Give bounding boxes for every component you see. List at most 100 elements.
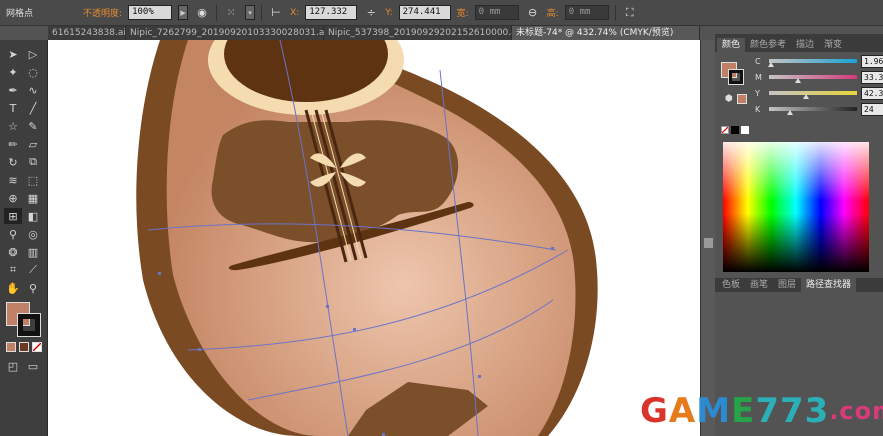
stepper-x-icon[interactable]: ÷ xyxy=(363,5,379,21)
control-bar: 网格点 不透明度: 100% ▶ ◉ ⁙ ▾ ⊢ X: 127.332 ÷ Y:… xyxy=(0,0,883,26)
m-slider-knob[interactable] xyxy=(795,78,802,83)
opacity-label[interactable]: 不透明度: xyxy=(83,6,122,19)
y-value-input[interactable]: 42.35 xyxy=(861,86,883,100)
black-swatch[interactable] xyxy=(731,126,739,134)
c-value-input[interactable]: 1.96 xyxy=(861,54,883,68)
type-tool-icon[interactable]: T xyxy=(4,100,22,116)
document-tabs: 61615243838.ai* Nipic_7262799_2019092010… xyxy=(48,26,700,40)
stroke-color-swatch[interactable] xyxy=(17,313,41,337)
y-input[interactable]: 274.441 xyxy=(398,5,451,20)
k-slider-knob[interactable] xyxy=(787,110,794,115)
gradient-mode-button[interactable] xyxy=(19,342,29,352)
recolor-icon[interactable]: ◉ xyxy=(194,5,210,21)
tool-name-label: 网格点 xyxy=(6,9,34,19)
width-tool-icon[interactable]: ≋ xyxy=(4,172,22,188)
column-graph-tool-icon[interactable]: ▥ xyxy=(24,244,42,260)
zoom-tool-icon[interactable]: ⚲ xyxy=(24,280,42,296)
watermark-part: E xyxy=(731,391,756,431)
magic-wand-tool-icon[interactable]: ✦ xyxy=(4,64,22,80)
none-mode-button[interactable] xyxy=(32,342,42,352)
align-icon[interactable]: ⊢ xyxy=(268,5,284,21)
watermark-part: A xyxy=(668,391,697,431)
out-of-gamut-icon[interactable]: ⬢ xyxy=(725,94,733,104)
k-value-input[interactable]: 24 xyxy=(861,102,883,116)
watermark-part: M xyxy=(696,391,732,431)
watermark-part: G xyxy=(640,391,669,431)
transform-icon[interactable]: ⛶ xyxy=(622,5,638,21)
symbol-sprayer-tool-icon[interactable]: ❂ xyxy=(4,244,22,260)
tab-stroke[interactable]: 描边 xyxy=(791,38,819,52)
tab-color[interactable]: 颜色 xyxy=(717,38,746,52)
illustrator-window: 网格点 不透明度: 100% ▶ ◉ ⁙ ▾ ⊢ X: 127.332 ÷ Y:… xyxy=(0,0,883,436)
opacity-input[interactable]: 100% xyxy=(128,5,173,20)
shape-builder-tool-icon[interactable]: ⊕ xyxy=(4,190,22,206)
artboard-canvas[interactable] xyxy=(48,40,700,436)
document-tab[interactable]: Nipic_7262799_20190920103330028031.ai* xyxy=(126,26,331,40)
panel-stroke-swatch[interactable] xyxy=(728,69,744,85)
width-input[interactable]: 0 mm xyxy=(474,5,519,20)
y-slider-track[interactable] xyxy=(769,91,857,99)
c-slider-track[interactable] xyxy=(767,59,857,67)
lasso-tool-icon[interactable]: ◌ xyxy=(24,64,42,80)
curvature-tool-icon[interactable]: ∿ xyxy=(24,82,42,98)
eraser-tool-icon[interactable]: ▱ xyxy=(24,136,42,152)
vertical-scrollbar[interactable] xyxy=(700,40,715,436)
brush-tool-icon[interactable]: ✎ xyxy=(24,118,42,134)
eyedropper-tool-icon[interactable]: ⚲ xyxy=(4,226,22,242)
line-tool-icon[interactable]: ╱ xyxy=(24,100,42,116)
tab-pathfinder[interactable]: 路径查找器 xyxy=(801,278,857,292)
tab-gradient[interactable]: 渐变 xyxy=(819,38,847,52)
reference-point-icon[interactable]: ⁙ xyxy=(223,5,239,21)
pencil-tool-icon[interactable]: ✏ xyxy=(4,136,22,152)
lower-panel-tabs: 色板 画笔 图层 路径查找器 xyxy=(715,278,883,292)
slice-tool-icon[interactable]: ⟋ xyxy=(24,262,42,278)
slider-row-y: Y 42.35 % xyxy=(755,86,883,100)
free-transform-tool-icon[interactable]: ⬚ xyxy=(24,172,42,188)
mesh-tool-icon[interactable]: ⊞ xyxy=(4,208,22,224)
color-mode-button[interactable] xyxy=(6,342,16,352)
m-value-input[interactable]: 33.33 xyxy=(861,70,883,84)
screen-mode-icon[interactable]: ▭ xyxy=(24,358,42,374)
perspective-grid-tool-icon[interactable]: ▦ xyxy=(24,190,42,206)
m-slider-track[interactable] xyxy=(769,75,857,83)
artboard-tool-icon[interactable]: ⌗ xyxy=(4,262,22,278)
opacity-dropdown-arrow[interactable]: ▶ xyxy=(178,5,189,20)
document-tab[interactable]: 61615243838.ai* xyxy=(48,26,130,40)
y-slider-knob[interactable] xyxy=(802,94,809,99)
y-label: Y: xyxy=(385,7,393,18)
color-spectrum[interactable] xyxy=(723,142,869,272)
c-slider-knob[interactable] xyxy=(767,62,774,67)
toolbox: ➤ ▷ ✦ ◌ ✒ ∿ T ╱ ☆ ✎ ✏ ▱ ↻ ⧉ ≋ ⬚ ⊕ ▦ ⊞ ◧ … xyxy=(0,40,48,436)
white-swatch[interactable] xyxy=(741,126,749,134)
x-label: X: xyxy=(290,7,300,18)
none-swatch[interactable] xyxy=(721,126,729,134)
pen-tool-icon[interactable]: ✒ xyxy=(4,82,22,98)
selection-tool-icon[interactable]: ➤ xyxy=(4,46,22,62)
blend-tool-icon[interactable]: ◎ xyxy=(24,226,42,242)
watermark-part: .com xyxy=(829,397,883,425)
reference-dropdown-arrow[interactable]: ▾ xyxy=(245,5,256,20)
tab-color-guide[interactable]: 颜色参考 xyxy=(745,38,791,52)
gradient-tool-icon[interactable]: ◧ xyxy=(24,208,42,224)
k-slider-track[interactable] xyxy=(769,107,857,115)
tab-layers[interactable]: 图层 xyxy=(773,278,801,292)
direct-selection-tool-icon[interactable]: ▷ xyxy=(24,46,42,62)
mandolin-artwork xyxy=(136,40,598,436)
tab-swatches[interactable]: 色板 xyxy=(717,278,745,292)
slider-row-k: K 24 % xyxy=(755,102,883,116)
rotate-tool-icon[interactable]: ↻ xyxy=(4,154,22,170)
gamut-color-swatch[interactable] xyxy=(737,94,747,104)
document-tab-active[interactable]: 未标题-74* @ 432.74% (CMYK/预览) xyxy=(512,26,700,40)
x-input[interactable]: 127.332 xyxy=(305,5,358,20)
height-label: 高: xyxy=(546,9,559,19)
scrollbar-thumb[interactable] xyxy=(704,238,713,248)
width-label: 宽: xyxy=(456,9,469,19)
tab-brushes[interactable]: 画笔 xyxy=(745,278,773,292)
star-tool-icon[interactable]: ☆ xyxy=(4,118,22,134)
document-tab[interactable]: Nipic_537398_20190929202152610000.ai* xyxy=(324,26,524,40)
link-proportions-icon[interactable]: ⊖ xyxy=(525,5,541,21)
draw-mode-icon[interactable]: ◰ xyxy=(4,358,22,374)
height-input[interactable]: 0 mm xyxy=(564,5,609,20)
hand-tool-icon[interactable]: ✋ xyxy=(4,280,22,296)
scale-tool-icon[interactable]: ⧉ xyxy=(24,154,42,170)
